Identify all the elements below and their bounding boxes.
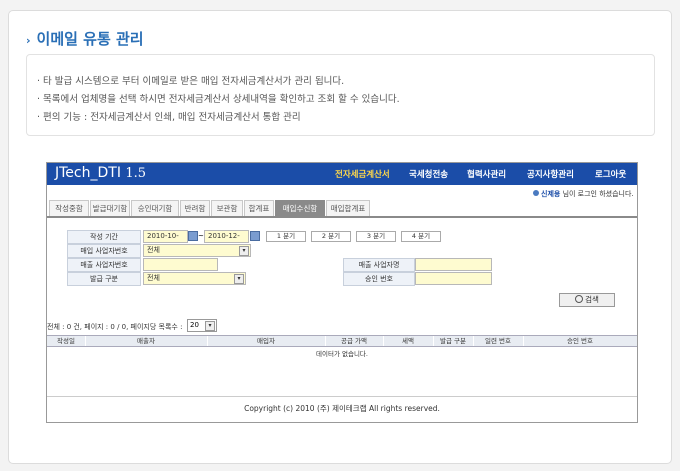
quarter-3-button[interactable]: 3 분기	[356, 231, 396, 242]
approval-no-label: 승인 번호	[343, 272, 415, 286]
chevron-right-icon: ›	[26, 34, 31, 47]
nav-partner-management[interactable]: 협력사관리	[467, 168, 506, 180]
tab-archive[interactable]: 보관함	[211, 200, 243, 217]
tab-purchase-inbox[interactable]: 매입수신함	[275, 200, 325, 217]
column-header: 매출자	[85, 336, 208, 346]
list-status: 전체 : 0 건, 페이지 : 0 / 0, 페이지당 목록수 :	[47, 323, 183, 331]
app-version: 1.5	[125, 166, 147, 181]
seller-name-input[interactable]	[415, 258, 492, 271]
login-status: 신제용 님이 로그인 하셨습니다.	[533, 189, 634, 199]
column-header: 발급 구분	[433, 336, 474, 346]
column-header: 공급 가액	[325, 336, 384, 346]
form-row-buyer: 매입 사업자번호 전체 ▾	[67, 244, 615, 258]
info-line: · 목록에서 업체명을 선택 하시면 전자세금계산서 상세내역을 확인하고 조회…	[37, 94, 400, 105]
copyright: Copyright (c) 2010 (주) 제이테크랩 All rights …	[244, 404, 440, 413]
tab-issue-pending[interactable]: 발급대기함	[90, 200, 130, 217]
page-size-select[interactable]: 20 ▾	[187, 319, 217, 332]
date-to-input[interactable]: 2010-12-21	[204, 230, 249, 251]
seller-regno-label: 매출 사업자번호	[67, 258, 141, 272]
column-header: 일련 번호	[473, 336, 524, 346]
user-name: 신제용	[541, 190, 561, 198]
table-header: 작성일 매출자 매입자 공급 가액 세액 발급 구분 일련 번호 승인 번호	[47, 335, 637, 347]
search-button-label: 검색	[585, 295, 599, 304]
calendar-icon[interactable]	[250, 231, 260, 241]
info-box: · 타 발급 시스템으로 부터 이메일로 받은 매입 전자세금계산서가 관리 됩…	[26, 54, 655, 136]
nav-notice-management[interactable]: 공지사항관리	[527, 168, 574, 180]
approval-no-input[interactable]	[415, 272, 492, 285]
app-screenshot: JTech_DTI 1.5 전자세금계산서 국세청전송 협력사관리 공지사항관리…	[46, 162, 638, 423]
quarter-2-button[interactable]: 2 분기	[311, 231, 351, 242]
login-message: 님이 로그인 하셨습니다.	[562, 190, 634, 198]
info-line: · 타 발급 시스템으로 부터 이메일로 받은 매입 전자세금계산서가 관리 됩…	[37, 76, 345, 87]
column-header: 세액	[383, 336, 434, 346]
seller-name-label: 매출 사업자명	[343, 258, 415, 272]
column-header: 매입자	[207, 336, 326, 346]
info-line: · 편의 기능 : 전자세금계산서 인쇄, 매입 전자세금계산서 통합 관리	[37, 112, 301, 123]
date-separator: ~	[198, 232, 204, 240]
date-from-input[interactable]: 2010-10-01	[143, 230, 188, 251]
chevron-down-icon: ▾	[239, 246, 249, 256]
buyer-regno-select[interactable]: 전체 ▾	[143, 244, 251, 257]
form-row-issue: 발급 구분 전체 ▾ 승인 번호	[67, 272, 615, 286]
column-header: 작성일	[47, 336, 86, 346]
search-button[interactable]: 검색	[559, 293, 615, 307]
nav-nts-transmission[interactable]: 국세청전송	[409, 168, 448, 180]
nav-e-tax-invoice[interactable]: 전자세금계산서	[335, 168, 390, 180]
tab-summary[interactable]: 합계표	[244, 200, 274, 217]
app-logo: JTech_DTI 1.5	[55, 165, 146, 181]
column-header: 승인 번호	[523, 336, 637, 346]
empty-table-message: 데이터가 없습니다.	[316, 350, 368, 358]
form-row-seller: 매출 사업자번호 매출 사업자명	[67, 258, 615, 272]
seller-regno-input[interactable]	[143, 258, 218, 271]
page-size-value: 20	[190, 321, 199, 329]
quarter-1-button[interactable]: 1 분기	[266, 231, 306, 242]
chevron-down-icon: ▾	[234, 274, 244, 284]
tab-divider	[47, 216, 637, 218]
issue-type-label: 발급 구분	[67, 272, 141, 286]
issue-type-value: 전체	[147, 274, 160, 282]
search-icon	[575, 295, 584, 303]
tab-rejected[interactable]: 반려함	[180, 200, 210, 217]
issue-type-select[interactable]: 전체 ▾	[143, 272, 246, 285]
quarter-4-button[interactable]: 4 분기	[401, 231, 441, 242]
tab-drafts[interactable]: 작성중함	[49, 200, 89, 217]
tab-purchase-summary[interactable]: 매입합계표	[326, 200, 370, 217]
buyer-regno-value: 전체	[147, 246, 160, 254]
app-logo-text: JTech_DTI	[55, 165, 121, 181]
buyer-regno-label: 매입 사업자번호	[67, 244, 141, 258]
calendar-icon[interactable]	[188, 231, 198, 241]
user-icon	[533, 190, 539, 196]
app-header: JTech_DTI 1.5 전자세금계산서 국세청전송 협력사관리 공지사항관리…	[47, 163, 637, 185]
nav-logout[interactable]: 로그아웃	[595, 168, 626, 180]
footer-divider	[47, 396, 637, 397]
tab-approval-pending[interactable]: 승인대기함	[131, 200, 179, 217]
form-row-period: 작성 기간 2010-10-01 ~ 2010-12-21 1 분기 2 분기 …	[67, 230, 615, 251]
period-label: 작성 기간	[67, 230, 141, 244]
page-title-text: 이메일 유통 관리	[36, 30, 144, 48]
chevron-down-icon: ▾	[205, 321, 215, 331]
page-title: › 이메일 유통 관리	[26, 28, 144, 49]
